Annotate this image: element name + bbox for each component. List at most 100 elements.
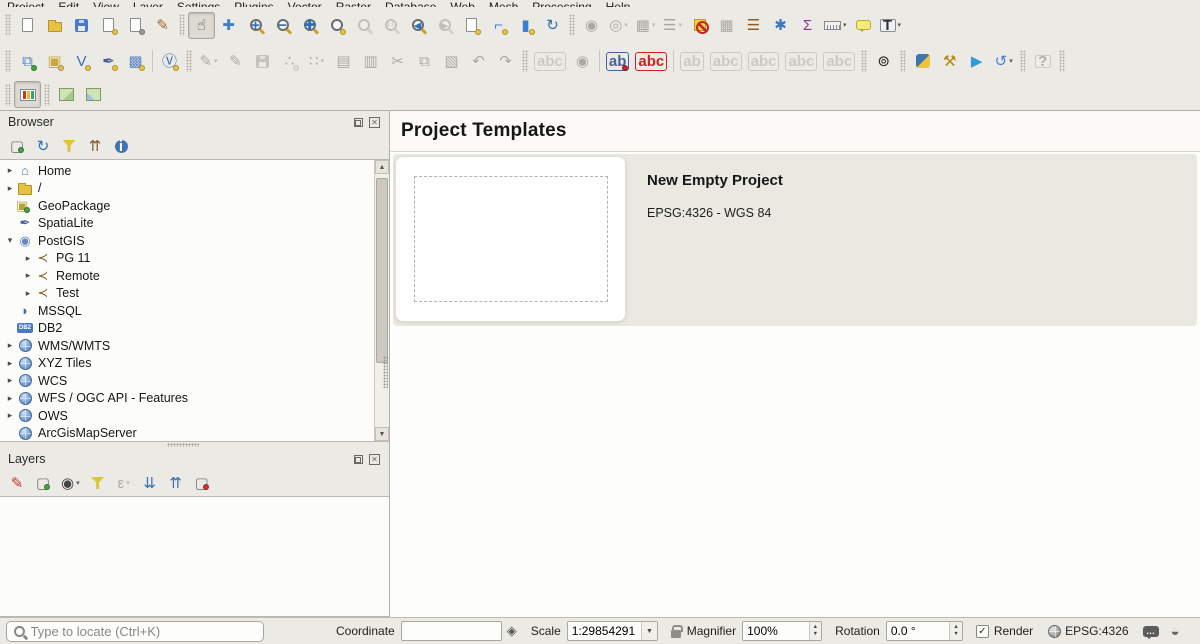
pin-labels-button[interactable]: ab [603, 48, 633, 75]
refresh-map-button[interactable]: ↻ [539, 12, 566, 39]
menu-web[interactable]: Web [443, 0, 481, 7]
expand-arrow-icon[interactable]: ▸ [22, 288, 34, 299]
new-spatialite-layer-button[interactable]: ✒ [95, 48, 122, 75]
new-memory-layer-button[interactable]: ▩ [122, 48, 149, 75]
move-label-button[interactable]: ab [677, 48, 707, 75]
toolbar-drag-handle[interactable] [1059, 50, 1065, 72]
label-visibility-button[interactable]: abc [745, 48, 783, 75]
menu-plugins[interactable]: Plugins [227, 0, 280, 7]
plugin-map-tool-2-button[interactable] [80, 81, 107, 108]
browser-close-button[interactable]: ✕ [368, 116, 381, 129]
plugin-map-tool-1-button[interactable] [53, 81, 80, 108]
pan-map-button[interactable]: ☝ [188, 12, 215, 39]
menu-layer[interactable]: Layer [126, 0, 170, 7]
copy-features-button[interactable]: ⧉ [411, 48, 438, 75]
rotation-input[interactable] [887, 624, 950, 638]
expand-arrow-icon[interactable]: ▸ [4, 340, 16, 351]
toolbar-drag-handle[interactable] [179, 14, 185, 36]
menu-help[interactable]: Help [599, 0, 638, 7]
tree-item-remote[interactable]: ▸≺Remote [0, 267, 374, 285]
scroll-up-arrow[interactable]: ▲ [375, 160, 389, 174]
context-help-button[interactable]: ? [1029, 48, 1056, 75]
magnifier-spinbox[interactable]: ▲▼ [742, 621, 822, 641]
layers-close-button[interactable]: ✕ [368, 453, 381, 466]
browser-refresh-button[interactable]: ↻ [32, 135, 54, 157]
dock-resize-handle[interactable] [383, 356, 388, 388]
coordinate-input[interactable] [402, 624, 501, 638]
expand-arrow-icon[interactable]: ▸ [4, 358, 16, 369]
layers-manage-themes-button[interactable]: ◉▾ [58, 472, 83, 494]
style-manager-button[interactable]: ✎ [149, 12, 176, 39]
dropdown-arrow-icon[interactable]: ▾ [321, 57, 325, 65]
dropdown-arrow-icon[interactable]: ▾ [652, 21, 656, 29]
collapse-arrow-icon[interactable]: ▾ [4, 235, 16, 246]
field-calculator-button[interactable]: ☰ [740, 12, 767, 39]
new-project-button[interactable] [14, 12, 41, 39]
map-tips-button[interactable] [850, 12, 877, 39]
forward-arrow-button[interactable]: ▶ [963, 48, 990, 75]
new-print-layout-button[interactable] [95, 12, 122, 39]
new-virtual-layer-button[interactable]: Ⓥ [156, 48, 183, 75]
pan-to-selection-button[interactable]: ✚ [215, 12, 242, 39]
scale-input[interactable] [568, 624, 641, 638]
browser-properties-button[interactable]: i [110, 135, 132, 157]
menu-raster[interactable]: Raster [329, 0, 378, 7]
save-project-button[interactable] [68, 12, 95, 39]
expand-arrow-icon[interactable]: ▸ [4, 183, 16, 194]
browser-collapse-all-button[interactable]: ⇈ [84, 135, 106, 157]
dropdown-arrow-icon[interactable]: ▾ [678, 21, 682, 29]
magnifier-spin-arrows[interactable]: ▲▼ [809, 622, 822, 640]
redo-button[interactable]: ↷ [492, 48, 519, 75]
tree-item-xyz-tiles[interactable]: ▸XYZ Tiles [0, 355, 374, 373]
open-attribute-table-button[interactable]: ▦ [713, 12, 740, 39]
scale-combo[interactable]: ▼ [567, 621, 658, 641]
layers-filter-legend-button[interactable] [87, 472, 109, 494]
layers-collapse-all-button[interactable]: ⇈ [165, 472, 187, 494]
new-bookmark-button[interactable]: ⌐ [485, 12, 512, 39]
toolbar-drag-handle[interactable] [5, 84, 11, 106]
show-layout-manager-button[interactable] [122, 12, 149, 39]
delete-selected-button[interactable]: ▥ [357, 48, 384, 75]
tree-item-wfs-ogc-api-features[interactable]: ▸WFS / OGC API - Features [0, 390, 374, 408]
locator-input[interactable] [31, 624, 256, 639]
python-console-button[interactable] [909, 48, 936, 75]
toolbar-drag-handle[interactable] [861, 50, 867, 72]
metasearch-button[interactable]: ⊚ [870, 48, 897, 75]
toolbar-drag-handle[interactable] [900, 50, 906, 72]
layers-list-empty[interactable] [0, 496, 389, 617]
layer-diagram-button[interactable]: ◉ [569, 48, 596, 75]
dropdown-arrow-icon[interactable]: ▾ [1009, 57, 1013, 65]
run-feature-action-button[interactable]: ◎▾ [605, 12, 632, 39]
layers-style-manager-button[interactable]: ✎ [6, 472, 28, 494]
status-indicator-icon[interactable]: ◒ [1171, 623, 1180, 640]
tree-item-mssql[interactable]: ◗MSSQL [0, 302, 374, 320]
tree-item-home[interactable]: ▸⌂Home [0, 162, 374, 180]
tree-item-[interactable]: ▸/ [0, 180, 374, 198]
menu-settings[interactable]: Settings [170, 0, 227, 7]
scroll-thumb[interactable] [376, 178, 388, 363]
zoom-last-button[interactable]: ◂ [404, 12, 431, 39]
browser-float-button[interactable] [352, 116, 365, 129]
extents-icon[interactable]: ◈ [507, 623, 517, 639]
browser-scrollbar[interactable]: ▲ ▼ [374, 160, 389, 441]
dropdown-arrow-icon[interactable]: ▾ [126, 479, 130, 487]
tree-item-wms-wmts[interactable]: ▸WMS/WMTS [0, 337, 374, 355]
toolbar-drag-handle[interactable] [1020, 50, 1026, 72]
tree-item-pg-11[interactable]: ▸≺PG 11 [0, 250, 374, 268]
rotate-label-button[interactable]: abc [782, 48, 820, 75]
expand-arrow-icon[interactable]: ▸ [4, 410, 16, 421]
save-layer-edits-button[interactable] [249, 48, 276, 75]
new-map-view-button[interactable] [458, 12, 485, 39]
layers-add-group-button[interactable]: ▢ [32, 472, 54, 494]
change-label-button[interactable]: abc [820, 48, 858, 75]
tree-item-db2[interactable]: DB2DB2 [0, 320, 374, 338]
locator-search[interactable] [6, 621, 264, 642]
template-thumbnail[interactable] [395, 156, 626, 322]
menu-view[interactable]: View [86, 0, 126, 7]
tree-item-arcgismapserver[interactable]: ArcGisMapServer [0, 425, 374, 442]
dropdown-arrow-icon[interactable]: ▾ [76, 479, 80, 487]
expand-arrow-icon[interactable]: ▸ [4, 165, 16, 176]
new-geopackage-layer-button[interactable]: ▣ [41, 48, 68, 75]
current-edits-button[interactable]: ✎▾ [195, 48, 222, 75]
expand-arrow-icon[interactable]: ▸ [22, 253, 34, 264]
